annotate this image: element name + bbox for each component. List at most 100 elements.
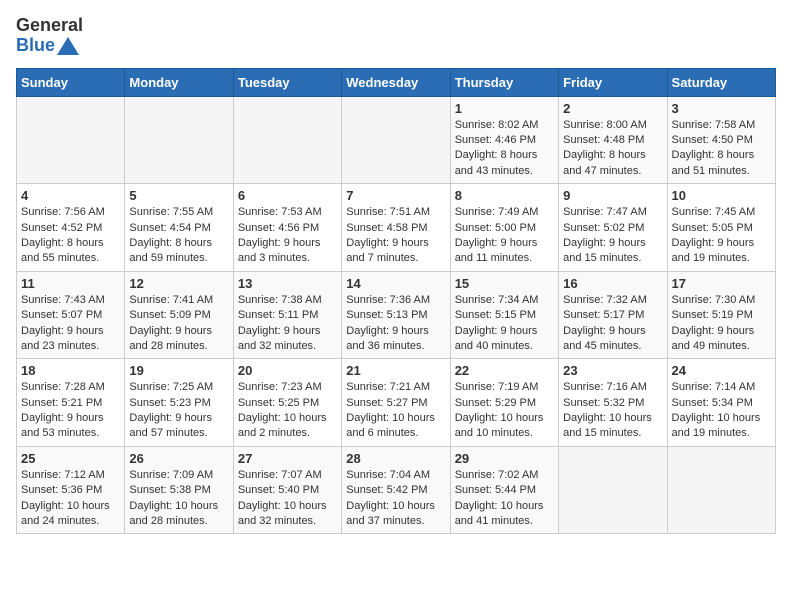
day-info: Sunrise: 7:53 AM (238, 205, 337, 220)
day-info: Sunrise: 7:34 AM (455, 293, 554, 308)
calendar-cell: 4Sunrise: 7:56 AMSunset: 4:52 PMDaylight… (17, 184, 125, 272)
calendar-cell: 19Sunrise: 7:25 AMSunset: 5:23 PMDayligh… (125, 359, 233, 447)
day-info: Daylight: 8 hours and 47 minutes. (563, 148, 662, 179)
header-tuesday: Tuesday (233, 68, 341, 96)
calendar-cell: 17Sunrise: 7:30 AMSunset: 5:19 PMDayligh… (667, 271, 775, 359)
day-number: 17 (672, 276, 771, 291)
calendar-cell: 26 Sunrise: 7:09 AMSunset: 5:38 PMDayligh… (125, 446, 233, 534)
day-info: Sunset: 5:29 PM (455, 396, 554, 411)
day-info: Sunrise: 7:25 AM (129, 380, 228, 395)
day-number: 7 (346, 188, 445, 203)
day-info: Sunset: 5:09 PM (129, 308, 228, 323)
day-info: Sunset: 5:23 PM (129, 396, 228, 411)
day-info: Sunrise: 7:16 AM (563, 380, 662, 395)
day-info: Daylight: 8 hours and 43 minutes. (455, 148, 554, 179)
calendar-cell (667, 446, 775, 534)
day-info: Sunrise: 7:58 AM (672, 118, 771, 133)
day-info: Sunset: 5:34 PM (672, 396, 771, 411)
calendar-cell: 12Sunrise: 7:41 AMSunset: 5:09 PMDayligh… (125, 271, 233, 359)
logo: General Blue (16, 16, 83, 56)
day-info: Sunrise: 7:09 AM (129, 468, 228, 483)
day-info: Daylight: 8 hours and 59 minutes. (129, 236, 228, 267)
calendar-cell: 8Sunrise: 7:49 AMSunset: 5:00 PMDaylight… (450, 184, 558, 272)
logo-general: General (16, 16, 83, 36)
day-info: Sunset: 5:05 PM (672, 221, 771, 236)
day-info: Sunrise: 7:14 AM (672, 380, 771, 395)
day-number: 21 (346, 363, 445, 378)
day-info: Daylight: 10 hours and 24 minutes. (21, 499, 120, 530)
logo-icon (57, 37, 79, 55)
calendar-week-3: 18Sunrise: 7:28 AMSunset: 5:21 PMDayligh… (17, 359, 776, 447)
day-number: 25 (21, 451, 120, 466)
calendar-cell: 1 Sunrise: 8:02 AMSunset: 4:46 PMDaylight… (450, 96, 558, 184)
calendar-cell: 29Sunrise: 7:02 AMSunset: 5:44 PMDayligh… (450, 446, 558, 534)
day-info: Sunset: 5:13 PM (346, 308, 445, 323)
day-info: Sunrise: 7:28 AM (21, 380, 120, 395)
calendar-cell: 3Sunrise: 7:58 AMSunset: 4:50 PMDaylight… (667, 96, 775, 184)
header-monday: Monday (125, 68, 233, 96)
calendar-table: SundayMondayTuesdayWednesdayThursdayFrid… (16, 68, 776, 535)
day-info: Sunset: 5:11 PM (238, 308, 337, 323)
day-info: Sunset: 5:25 PM (238, 396, 337, 411)
calendar-cell: 6Sunrise: 7:53 AMSunset: 4:56 PMDaylight… (233, 184, 341, 272)
calendar-cell: 28Sunrise: 7:04 AMSunset: 5:42 PMDayligh… (342, 446, 450, 534)
day-info: Sunset: 4:46 PM (455, 133, 554, 148)
day-number: 24 (672, 363, 771, 378)
day-info: Sunrise: 8:02 AM (455, 118, 554, 133)
day-number: 26 (129, 451, 228, 466)
day-info: Sunset: 5:38 PM (129, 483, 228, 498)
day-number: 14 (346, 276, 445, 291)
day-info: Sunrise: 7:41 AM (129, 293, 228, 308)
day-number: 4 (21, 188, 120, 203)
day-number: 29 (455, 451, 554, 466)
day-info: Sunset: 5:17 PM (563, 308, 662, 323)
day-info: Sunset: 5:44 PM (455, 483, 554, 498)
calendar-cell: 10Sunrise: 7:45 AMSunset: 5:05 PMDayligh… (667, 184, 775, 272)
day-number: 6 (238, 188, 337, 203)
day-info: Daylight: 9 hours and 7 minutes. (346, 236, 445, 267)
day-number: 20 (238, 363, 337, 378)
day-number: 5 (129, 188, 228, 203)
day-number: 1 (455, 101, 554, 116)
day-info: Daylight: 9 hours and 3 minutes. (238, 236, 337, 267)
day-info: Sunrise: 7:23 AM (238, 380, 337, 395)
calendar-cell: 13Sunrise: 7:38 AMSunset: 5:11 PMDayligh… (233, 271, 341, 359)
calendar-cell (17, 96, 125, 184)
day-info: Sunrise: 7:07 AM (238, 468, 337, 483)
calendar-cell: 25Sunrise: 7:12 AMSunset: 5:36 PMDayligh… (17, 446, 125, 534)
calendar-week-4: 25Sunrise: 7:12 AMSunset: 5:36 PMDayligh… (17, 446, 776, 534)
day-number: 10 (672, 188, 771, 203)
day-info: Sunrise: 7:43 AM (21, 293, 120, 308)
day-info: Daylight: 10 hours and 32 minutes. (238, 499, 337, 530)
day-number: 9 (563, 188, 662, 203)
day-info: Sunset: 5:42 PM (346, 483, 445, 498)
day-info: Daylight: 10 hours and 28 minutes. (129, 499, 228, 530)
day-info: Daylight: 10 hours and 10 minutes. (455, 411, 554, 442)
calendar-cell (342, 96, 450, 184)
day-number: 13 (238, 276, 337, 291)
day-info: Daylight: 9 hours and 40 minutes. (455, 324, 554, 355)
header-wednesday: Wednesday (342, 68, 450, 96)
day-info: Daylight: 10 hours and 41 minutes. (455, 499, 554, 530)
day-info: Sunset: 4:52 PM (21, 221, 120, 236)
day-info: Daylight: 10 hours and 2 minutes. (238, 411, 337, 442)
day-info: Sunset: 5:32 PM (563, 396, 662, 411)
header-friday: Friday (559, 68, 667, 96)
day-info: Sunset: 5:27 PM (346, 396, 445, 411)
day-info: Sunrise: 7:51 AM (346, 205, 445, 220)
day-info: Sunrise: 7:30 AM (672, 293, 771, 308)
day-info: Daylight: 10 hours and 37 minutes. (346, 499, 445, 530)
calendar-cell: 20 Sunrise: 7:23 AMSunset: 5:25 PMDayligh… (233, 359, 341, 447)
day-number: 2 (563, 101, 662, 116)
day-number: 11 (21, 276, 120, 291)
day-info: Sunset: 5:02 PM (563, 221, 662, 236)
calendar-cell: 11Sunrise: 7:43 AMSunset: 5:07 PMDayligh… (17, 271, 125, 359)
day-info: Sunset: 5:21 PM (21, 396, 120, 411)
day-info: Sunrise: 7:49 AM (455, 205, 554, 220)
calendar-header-row: SundayMondayTuesdayWednesdayThursdayFrid… (17, 68, 776, 96)
header-saturday: Saturday (667, 68, 775, 96)
calendar-cell: 21Sunrise: 7:21 AMSunset: 5:27 PMDayligh… (342, 359, 450, 447)
day-info: Sunrise: 7:21 AM (346, 380, 445, 395)
day-info: Sunrise: 7:47 AM (563, 205, 662, 220)
calendar-cell: 5Sunrise: 7:55 AMSunset: 4:54 PMDaylight… (125, 184, 233, 272)
